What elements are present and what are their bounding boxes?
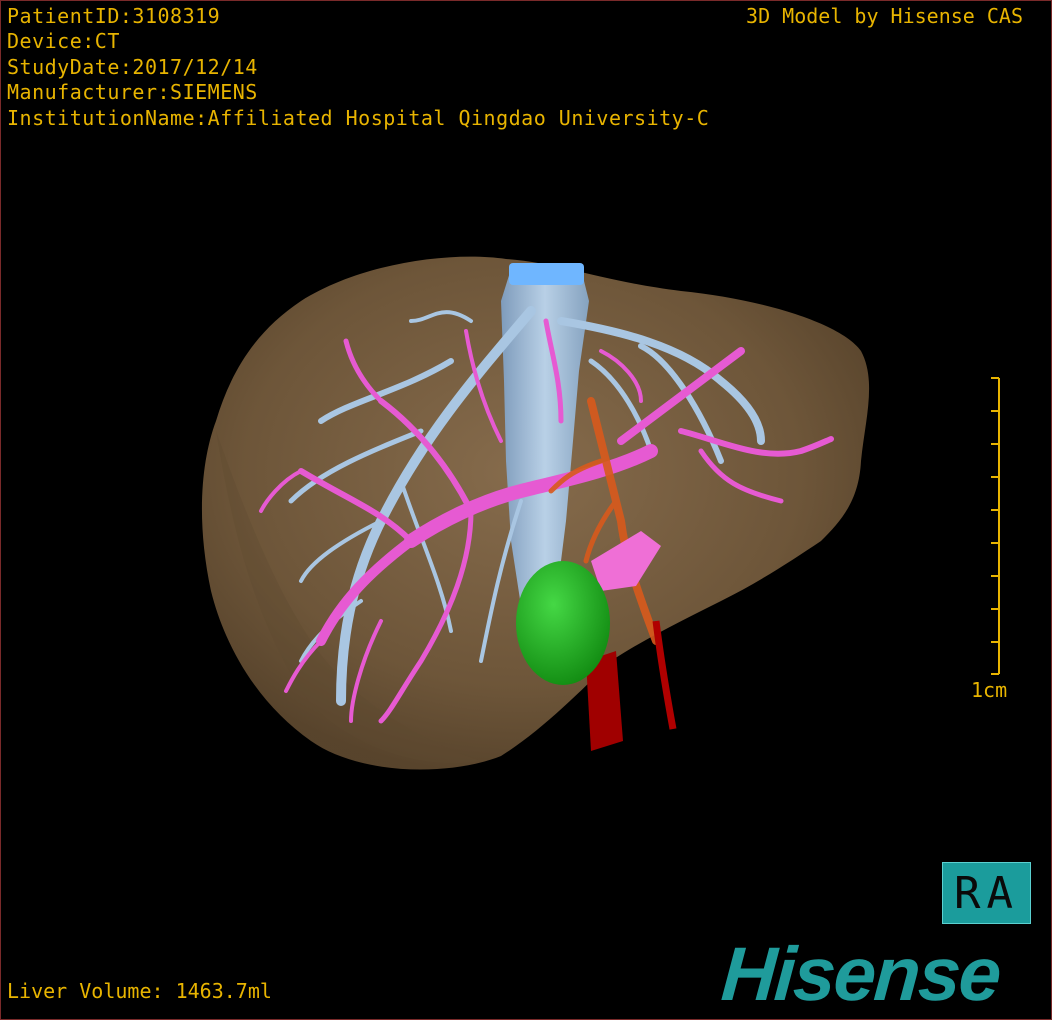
device-label: Device:CT [7, 29, 120, 53]
study-date-label: StudyDate:2017/12/14 [7, 55, 258, 79]
patient-id-label: PatientID:3108319 [7, 4, 221, 28]
scale-bar [991, 377, 1000, 675]
orientation-cube-button[interactable]: RA [942, 862, 1031, 924]
hisense-logo: Hisense [718, 932, 1003, 1017]
ivc-cap [509, 263, 584, 285]
liver-volume-label: Liver Volume: 1463.7ml [7, 979, 272, 1003]
institution-label: InstitutionName:Affiliated Hospital Qing… [7, 106, 710, 130]
artery-branch [652, 620, 677, 730]
scale-unit-label: 1cm [971, 678, 1008, 702]
liver-3d-render[interactable] [1, 1, 1051, 1019]
gallbladder [516, 561, 610, 685]
3d-viewport[interactable]: PatientID:3108319 Device:CT StudyDate:20… [0, 0, 1052, 1020]
manufacturer-label: Manufacturer:SIEMENS [7, 80, 258, 104]
model-brand-label: 3D Model by Hisense CAS [746, 4, 1023, 28]
